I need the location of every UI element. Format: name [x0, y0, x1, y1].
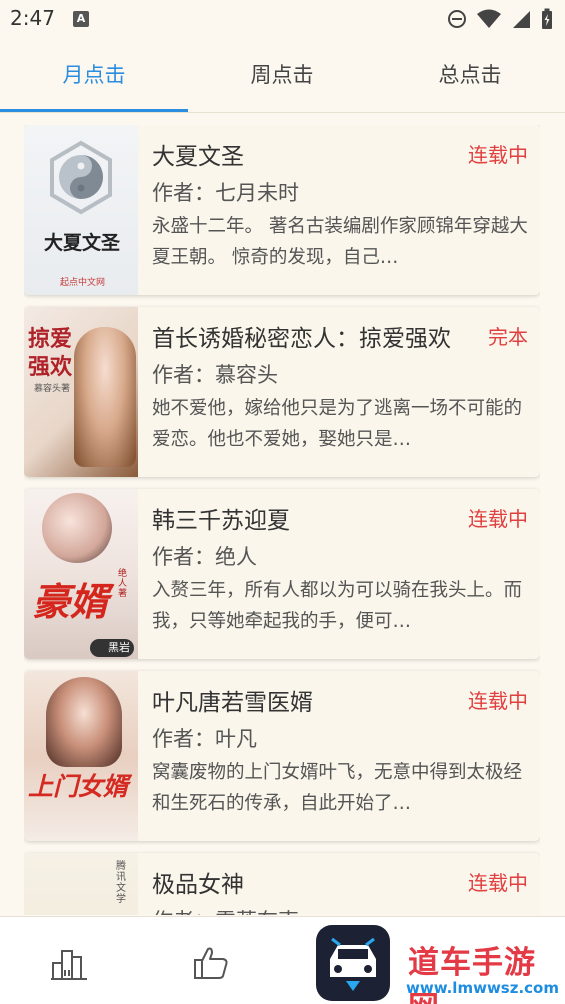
book-author: 作者：叶凡	[152, 727, 257, 751]
book-cover: 腾讯文学	[24, 853, 138, 915]
book-description: 窝囊废物的上门女婿叶飞，无意中得到太极经和生死石的传承，自此开始了…	[152, 762, 523, 814]
tab-weekly-clicks[interactable]: 周点击	[188, 38, 376, 113]
book-card[interactable]: 掠爱 强欢 慕容头著 首长诱婚秘密恋人：掠爱强欢 完本 作者：慕容头 她不爱他，…	[24, 307, 540, 477]
status-badge: 连载中	[464, 867, 528, 896]
status-icons	[447, 8, 553, 30]
tab-total-clicks[interactable]: 总点击	[376, 38, 564, 113]
book-card[interactable]: 大夏文圣 起点中文网 大夏文圣 连载中 作者：七月未时 永盛十二年。 著名古装编…	[24, 125, 540, 295]
book-author: 作者：慕容头	[152, 363, 278, 387]
book-description: 入赘三年，所有人都以为可以骑在我头上。而我，只等她牵起我的手，便可…	[152, 580, 523, 632]
book-list[interactable]: 大夏文圣 起点中文网 大夏文圣 连载中 作者：七月未时 永盛十二年。 著名古装编…	[24, 125, 540, 915]
book-cover: 大夏文圣 起点中文网	[24, 125, 138, 295]
cover-badge-label: 黑岩	[108, 641, 130, 654]
tab-indicator	[0, 109, 188, 112]
status-badge: 连载中	[464, 503, 528, 532]
yin-yang-emblem	[50, 140, 112, 215]
ranking-icon[interactable]	[50, 943, 90, 983]
cover-title: 豪婿	[32, 579, 109, 624]
wifi-icon	[477, 9, 501, 28]
book-description: 永盛十二年。 著名古装编剧作家顾锦年穿越大夏王朝。 惊奇的发现，自己…	[152, 216, 528, 268]
status-bar: 2:47 A	[0, 0, 565, 38]
bottom-navigation: 道车手游网 www.lmwwsz.com	[0, 916, 565, 1004]
book-cover: 上门女婿	[24, 671, 138, 841]
thumbs-up-icon[interactable]	[192, 943, 232, 983]
book-description: 她不爱他，嫁给他只是为了逃离一场不可能的爱恋。他也不爱她，娶她只是…	[152, 398, 523, 450]
battery-icon	[542, 8, 552, 29]
cover-title: 上门女婿	[28, 772, 129, 801]
status-badge: 连载中	[464, 139, 528, 168]
book-author: 作者：绝人	[152, 545, 257, 569]
status-badge: 完本	[484, 321, 528, 350]
status-badge: 连载中	[464, 685, 528, 714]
cover-figure	[42, 493, 112, 563]
book-card[interactable]: 腾讯文学 极品女神 连载中 作者：雪落有声	[24, 853, 540, 915]
book-card[interactable]: 豪婿 绝人著 黑岩 韩三千苏迎夏 连载中 作者：绝人 入赘三年，所有人都以为可以…	[24, 489, 540, 659]
cover-figure	[46, 677, 122, 767]
watermark-url: www.lmwwsz.com	[406, 979, 559, 997]
cover-author: 慕容头著	[34, 384, 71, 394]
book-cover: 掠爱 强欢 慕容头著	[24, 307, 138, 477]
do-not-disturb-icon	[448, 10, 466, 28]
tab-bar: 月点击 周点击 总点击	[0, 38, 565, 113]
cover-title: 强欢	[28, 354, 73, 380]
cover-author: 绝人著	[118, 569, 128, 599]
cover-figure	[74, 327, 136, 467]
cover-title: 腾讯文学	[116, 861, 126, 905]
book-cover: 豪婿 绝人著 黑岩	[24, 489, 138, 659]
book-author: 作者：七月未时	[152, 181, 299, 205]
cover-badge: 黑岩	[90, 639, 134, 657]
cover-title: 大夏文圣	[44, 232, 121, 254]
book-author: 作者：雪落有声	[152, 905, 528, 915]
book-card[interactable]: 上门女婿 叶凡唐若雪医婿 连载中 作者：叶凡 窝囊废物的上门女婿叶飞，无意中得到…	[24, 671, 540, 841]
cover-publisher: 起点中文网	[60, 278, 106, 288]
notification-icon: A	[73, 11, 89, 27]
status-time: 2:47	[10, 6, 55, 30]
tab-monthly-clicks[interactable]: 月点击	[0, 38, 188, 113]
book-title: 首长诱婚秘密恋人：掠爱强欢	[152, 326, 451, 352]
signal-icon	[513, 11, 530, 28]
watermark-logo-icon	[316, 925, 390, 1001]
